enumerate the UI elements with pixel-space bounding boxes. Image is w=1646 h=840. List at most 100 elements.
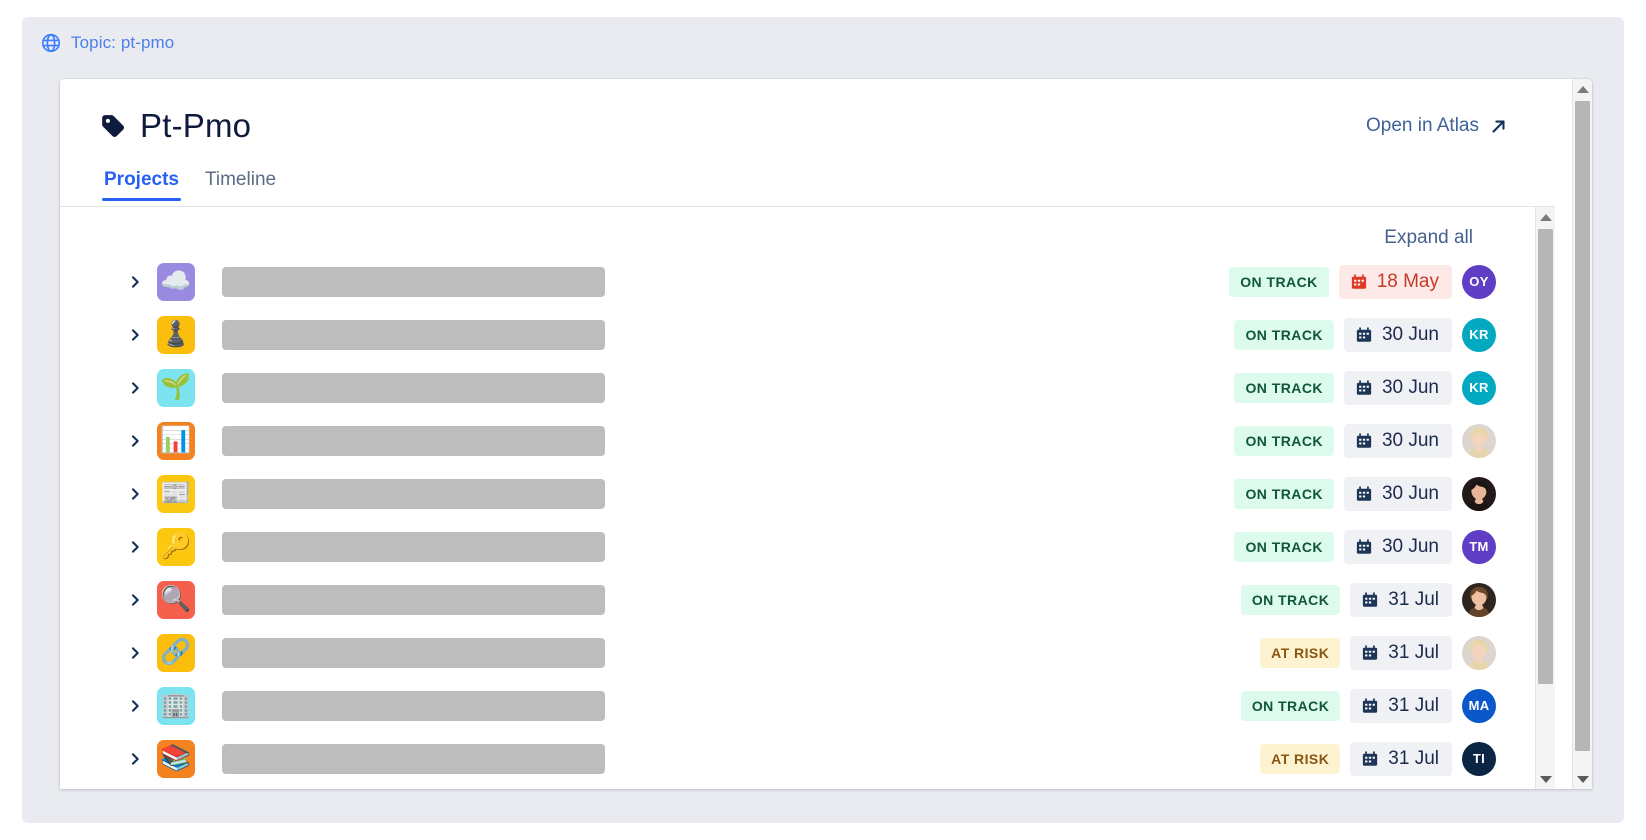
table-row[interactable]: 📚 AT RISK 31 Jul TI <box>124 732 1518 785</box>
due-date-label: 30 Jun <box>1381 323 1439 345</box>
seedling-icon: 🌱 <box>157 368 195 407</box>
project-name-redacted <box>222 372 605 403</box>
due-date-label: 30 Jun <box>1381 429 1439 451</box>
due-date-badge: 30 Jun <box>1343 317 1452 352</box>
open-in-atlas-link[interactable]: Open in Atlas <box>1366 115 1515 137</box>
status-badge: ON TRACK <box>1229 266 1329 297</box>
chevron-right-icon[interactable] <box>124 645 146 661</box>
avatar[interactable] <box>1462 476 1496 511</box>
scroll-down-arrow-icon[interactable] <box>1573 769 1592 789</box>
due-date-badge: 31 Jul <box>1350 582 1452 617</box>
table-row[interactable]: 📰 ON TRACK 30 Jun <box>124 467 1518 520</box>
avatar[interactable]: TM <box>1462 529 1496 564</box>
table-row[interactable]: 🌱 ON TRACK 30 Jun KR <box>124 361 1518 414</box>
chevron-right-icon[interactable] <box>124 751 146 767</box>
newspaper-icon: 📰 <box>157 474 195 513</box>
due-date-badge: 31 Jul <box>1350 688 1452 723</box>
chevron-right-icon[interactable] <box>124 327 146 343</box>
topic-bar: Topic: pt-pmo <box>22 17 1624 69</box>
topic-panel: Topic: pt-pmo Pt-Pmo Open in Atlas Proje… <box>22 17 1624 823</box>
project-name-redacted <box>222 584 605 615</box>
table-row[interactable]: 🔍 ON TRACK 31 Jul <box>124 573 1518 626</box>
project-list-region: Expand all ☁️ ON TRACK 18 May OY ♟️ ON TRACK 3… <box>60 207 1555 789</box>
project-name-redacted <box>222 266 605 297</box>
bar-chart-icon: 📊 <box>157 421 195 460</box>
calendar-icon <box>1361 644 1379 662</box>
table-row[interactable]: ☁️ ON TRACK 18 May OY <box>124 255 1518 308</box>
status-badge: ON TRACK <box>1234 531 1334 562</box>
calendar-icon <box>1355 485 1373 503</box>
tab-bar: Projects Timeline <box>100 167 1515 201</box>
chevron-right-icon[interactable] <box>124 539 146 555</box>
status-badge: ON TRACK <box>1240 584 1341 615</box>
table-row[interactable]: 🔗 AT RISK 31 Jul <box>124 626 1518 679</box>
project-name-redacted <box>222 478 605 509</box>
chevron-right-icon[interactable] <box>124 592 146 608</box>
cloud-icon: ☁️ <box>157 262 195 301</box>
table-row[interactable]: 🔑 ON TRACK 30 Jun TM <box>124 520 1518 573</box>
row-meta: AT RISK 31 Jul <box>1260 635 1518 670</box>
due-date-label: 30 Jun <box>1381 376 1439 398</box>
status-badge: AT RISK <box>1260 743 1341 774</box>
due-date-badge: 30 Jun <box>1343 529 1452 564</box>
row-meta: AT RISK 31 Jul TI <box>1260 741 1518 776</box>
calendar-icon <box>1355 432 1373 450</box>
row-meta: ON TRACK 30 Jun KR <box>1234 370 1518 405</box>
tag-icon <box>100 113 126 139</box>
avatar[interactable] <box>1462 423 1496 458</box>
chevron-right-icon[interactable] <box>124 486 146 502</box>
link-icon: 🔗 <box>157 633 195 672</box>
title-group: Pt-Pmo <box>100 107 251 145</box>
scrollbar-thumb[interactable] <box>1538 229 1553 684</box>
atlas-card: Pt-Pmo Open in Atlas Projects Timeline E… <box>60 79 1592 789</box>
card-scrollbar[interactable] <box>1572 79 1592 789</box>
calendar-icon <box>1361 697 1379 715</box>
table-row[interactable]: 🏢 ON TRACK 31 Jul MA <box>124 679 1518 732</box>
scroll-up-arrow-icon[interactable] <box>1573 79 1592 99</box>
globe-icon <box>40 32 62 54</box>
key-icon: 🔑 <box>157 527 195 566</box>
row-meta: ON TRACK 30 Jun <box>1234 423 1518 458</box>
due-date-badge: 18 May <box>1338 264 1452 299</box>
screen-root: Topic: pt-pmo Pt-Pmo Open in Atlas Proje… <box>0 0 1646 840</box>
table-row[interactable]: ♟️ ON TRACK 30 Jun KR <box>124 308 1518 361</box>
project-rows: ☁️ ON TRACK 18 May OY ♟️ ON TRACK 30 Jun KR 🌱 ON … <box>60 255 1518 785</box>
expand-all-button[interactable]: Expand all <box>1384 227 1473 249</box>
avatar[interactable] <box>1462 635 1496 670</box>
due-date-label: 31 Jul <box>1388 747 1439 769</box>
status-badge: ON TRACK <box>1234 425 1334 456</box>
table-row[interactable]: 📊 ON TRACK 30 Jun <box>124 414 1518 467</box>
books-icon: 📚 <box>157 739 195 778</box>
avatar[interactable]: KR <box>1462 370 1496 405</box>
due-date-badge: 30 Jun <box>1343 423 1452 458</box>
avatar[interactable]: TI <box>1462 741 1496 776</box>
tab-timeline[interactable]: Timeline <box>203 167 278 201</box>
avatar[interactable]: KR <box>1462 317 1496 352</box>
status-badge: ON TRACK <box>1234 478 1334 509</box>
calendar-icon <box>1350 273 1368 291</box>
avatar[interactable]: MA <box>1462 688 1496 723</box>
avatar[interactable] <box>1462 582 1496 617</box>
row-meta: ON TRACK 30 Jun TM <box>1234 529 1518 564</box>
calendar-icon <box>1361 750 1379 768</box>
status-badge: ON TRACK <box>1234 319 1334 350</box>
status-badge: ON TRACK <box>1234 372 1334 403</box>
row-meta: ON TRACK 18 May OY <box>1229 264 1518 299</box>
tab-projects[interactable]: Projects <box>102 167 181 201</box>
calendar-icon <box>1361 591 1379 609</box>
scrollbar-thumb[interactable] <box>1575 101 1590 751</box>
chevron-right-icon[interactable] <box>124 698 146 714</box>
external-link-arrow-icon <box>1490 118 1507 135</box>
project-list-scrollbar[interactable] <box>1535 207 1555 789</box>
chevron-right-icon[interactable] <box>124 433 146 449</box>
project-name-redacted <box>222 425 605 456</box>
chevron-right-icon[interactable] <box>124 274 146 290</box>
calendar-icon <box>1355 538 1373 556</box>
expand-all-row: Expand all <box>60 207 1518 255</box>
due-date-label: 31 Jul <box>1388 588 1439 610</box>
project-name-redacted <box>222 637 605 668</box>
chevron-right-icon[interactable] <box>124 380 146 396</box>
scroll-down-arrow-icon[interactable] <box>1536 769 1555 789</box>
avatar[interactable]: OY <box>1462 264 1496 299</box>
scroll-up-arrow-icon[interactable] <box>1536 207 1555 227</box>
